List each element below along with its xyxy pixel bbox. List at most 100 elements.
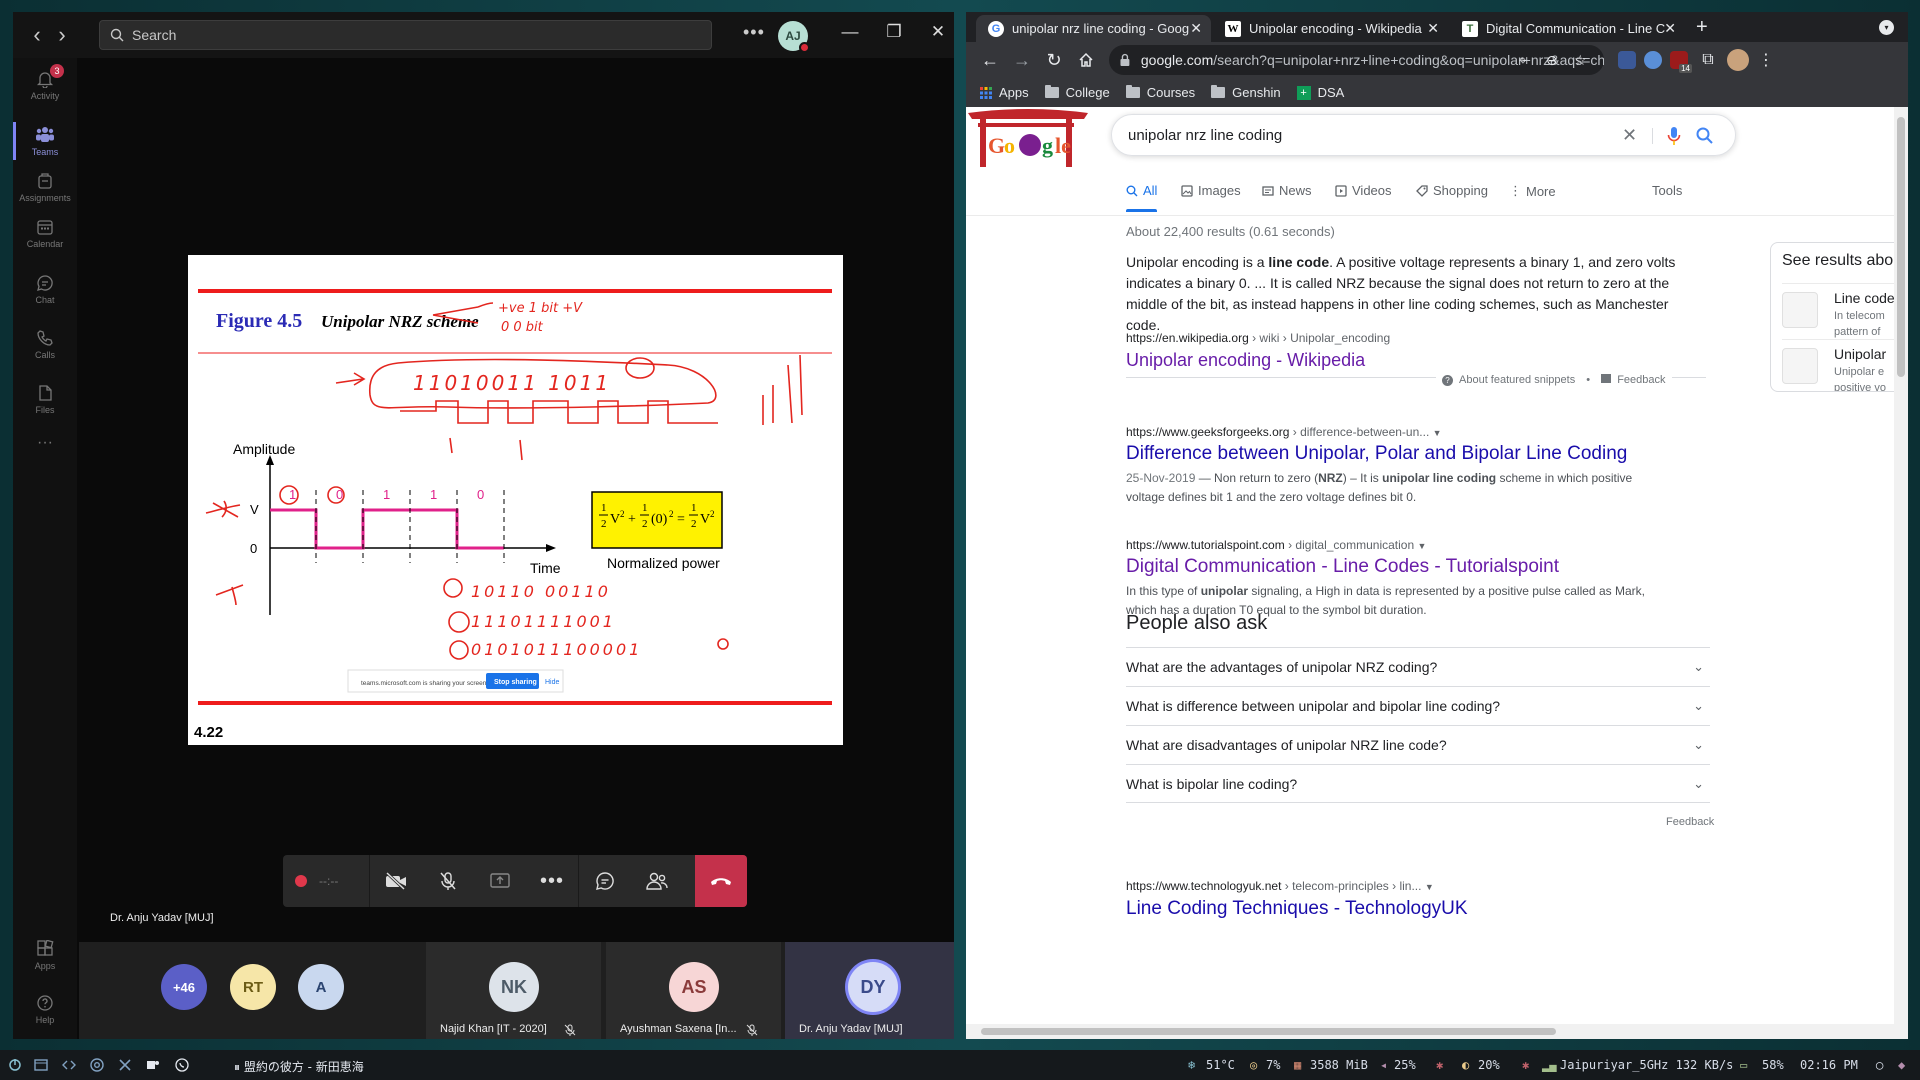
rail-apps[interactable]: Apps	[13, 928, 77, 982]
result-title-link[interactable]: Digital Communication - Line Codes - Tut…	[1126, 556, 1559, 578]
tab-videos[interactable]: Videos	[1335, 183, 1392, 198]
paa-question[interactable]: What are disadvantages of unipolar NRZ l…	[1126, 725, 1710, 764]
side-panel-item[interactable]: Line code In telecom pattern of	[1782, 283, 1908, 338]
record-icon[interactable]	[283, 855, 319, 907]
share-screen-icon[interactable]	[474, 855, 526, 907]
restore-icon[interactable]: ❐	[882, 22, 906, 42]
volume-icon[interactable]: ◂	[1380, 1058, 1387, 1072]
now-playing-media[interactable]: ⏸ 盟約の彼方 - 新田恵海	[234, 1058, 364, 1075]
paa-question[interactable]: What is difference between unipolar and …	[1126, 686, 1710, 725]
profile-avatar[interactable]	[1727, 49, 1749, 71]
paa-feedback-link[interactable]: Feedback	[1666, 816, 1714, 828]
code-icon[interactable]	[62, 1058, 76, 1072]
minimize-icon[interactable]: —	[838, 22, 862, 42]
notifications-icon[interactable]: ◯	[1876, 1058, 1883, 1072]
close-tab-icon[interactable]: ✕	[1190, 20, 1202, 37]
power-icon[interactable]	[8, 1058, 22, 1072]
back-icon[interactable]: ‹	[23, 21, 51, 49]
new-tab-icon[interactable]: +	[1696, 16, 1708, 39]
zoom-icon[interactable]: ⊖	[1546, 52, 1558, 69]
chrome-menu-icon[interactable]: ⋮	[1750, 44, 1782, 76]
rail-more-icon[interactable]: ···	[13, 416, 77, 470]
bookmark-dsa[interactable]: + DSA	[1296, 85, 1344, 100]
bookmark-apps[interactable]: Apps	[980, 85, 1029, 100]
tools-icon[interactable]	[118, 1058, 132, 1072]
paa-question[interactable]: What is bipolar line coding? ⌄	[1126, 764, 1710, 803]
extension-icon[interactable]	[1618, 51, 1636, 69]
participant-tile[interactable]: AS Ayushman Saxena [In...	[606, 942, 781, 1039]
tab-images[interactable]: Images	[1181, 183, 1241, 198]
rail-calls[interactable]: Calls	[13, 317, 77, 371]
google-doodle-logo[interactable]: G o g le	[966, 107, 1090, 167]
more-actions-icon[interactable]: •••	[526, 855, 578, 907]
rail-activity[interactable]: Activity 3	[13, 58, 77, 112]
snippet-result-link[interactable]: Unipolar encoding - Wikipedia	[1126, 350, 1365, 371]
paa-question[interactable]: What are the advantages of unipolar NRZ …	[1126, 647, 1710, 686]
teams-taskbar-icon[interactable]	[146, 1058, 160, 1072]
side-panel-item[interactable]: Unipolar Unipolar e positive vo	[1782, 339, 1908, 391]
scroll-thumb[interactable]	[981, 1028, 1556, 1035]
forward-icon[interactable]: ›	[48, 21, 76, 49]
window-icon[interactable]	[34, 1058, 48, 1072]
reload-icon[interactable]: ↻	[1038, 44, 1070, 76]
mic-off-icon[interactable]	[422, 855, 474, 907]
whatsapp-icon[interactable]	[175, 1058, 189, 1072]
close-tab-icon[interactable]: ✕	[1664, 20, 1676, 37]
voice-search-icon[interactable]	[1667, 126, 1681, 146]
rail-calendar[interactable]: Calendar	[13, 206, 77, 260]
clear-search-icon[interactable]: ✕	[1622, 125, 1637, 146]
result-menu-icon[interactable]: ▼	[1417, 541, 1426, 551]
teams-search-input[interactable]: Search	[99, 20, 712, 50]
extension-icon[interactable]	[1644, 51, 1662, 69]
home-icon[interactable]	[1070, 44, 1102, 76]
participant-avatar[interactable]: A	[298, 964, 344, 1010]
tools-button[interactable]: Tools	[1652, 183, 1682, 198]
bookmark-courses[interactable]: Courses	[1125, 85, 1195, 100]
tab-shopping[interactable]: Shopping	[1416, 183, 1488, 198]
close-tab-icon[interactable]: ✕	[1427, 20, 1439, 37]
tab-tutorialspoint[interactable]: T Digital Communication - Line C ✕	[1450, 15, 1685, 42]
tab-google-search[interactable]: G unipolar nrz line coding - Goog ✕	[976, 15, 1211, 42]
participant-tile[interactable]: DY Dr. Anju Yadav [MUJ]	[785, 942, 954, 1039]
wifi-icon[interactable]: ▂▄	[1542, 1058, 1556, 1072]
result-menu-icon[interactable]: ▼	[1433, 428, 1442, 438]
participant-tile[interactable]: NK Najid Khan [IT - 2020]	[426, 942, 601, 1039]
discord-icon[interactable]: ◆	[1898, 1058, 1905, 1072]
rail-help[interactable]: Help	[13, 982, 77, 1036]
search-icon[interactable]	[1696, 127, 1713, 144]
address-bar[interactable]: google.com/search?q=unipolar+nrz+line+co…	[1109, 45, 1604, 75]
user-avatar[interactable]: AJ	[778, 21, 810, 53]
result-title-link[interactable]: Difference between Unipolar, Polar and B…	[1126, 443, 1627, 465]
result-menu-icon[interactable]: ▼	[1425, 882, 1434, 892]
scroll-thumb[interactable]	[1897, 117, 1905, 377]
bookmark-star-icon[interactable]: ☆	[1574, 52, 1587, 69]
participants-icon[interactable]	[631, 855, 683, 907]
more-participants-button[interactable]: +46	[161, 964, 207, 1010]
forward-icon[interactable]: →	[1006, 44, 1038, 76]
feedback-link[interactable]: Feedback	[1617, 374, 1665, 386]
horizontal-scrollbar[interactable]	[966, 1024, 1894, 1039]
bluetooth-icon[interactable]: ✱	[1522, 1058, 1529, 1072]
mic-muted-icon[interactable]: ✱	[1436, 1058, 1443, 1072]
location-pin-icon[interactable]: ⌖	[1519, 52, 1527, 69]
rail-chat[interactable]: Chat	[13, 262, 77, 316]
more-options-icon[interactable]: •••	[743, 22, 765, 43]
close-icon[interactable]: ✕	[926, 22, 950, 42]
result-title-link[interactable]: Line Coding Techniques - TechnologyUK	[1126, 898, 1468, 920]
search-box[interactable]: unipolar nrz line coding ✕	[1111, 114, 1736, 156]
chat-icon[interactable]	[579, 855, 631, 907]
bookmark-college[interactable]: College	[1044, 85, 1110, 100]
tab-search-icon[interactable]: ▾	[1879, 20, 1894, 35]
back-icon[interactable]: ←	[974, 44, 1006, 76]
bookmark-genshin[interactable]: Genshin	[1211, 85, 1281, 100]
chrome-icon[interactable]	[90, 1058, 104, 1072]
vertical-scrollbar[interactable]	[1894, 107, 1908, 1039]
extensions-puzzle-icon[interactable]: ⧉	[1692, 44, 1724, 76]
tab-wikipedia[interactable]: W Unipolar encoding - Wikipedia ✕	[1213, 15, 1448, 42]
participant-avatar[interactable]: RT	[230, 964, 276, 1010]
about-snippets-link[interactable]: About featured snippets	[1459, 374, 1575, 386]
ublock-extension-icon[interactable]: 14	[1670, 51, 1692, 73]
hang-up-button[interactable]	[695, 855, 747, 907]
tab-more[interactable]: ⋮ More	[1509, 183, 1556, 199]
camera-off-icon[interactable]	[370, 855, 422, 907]
